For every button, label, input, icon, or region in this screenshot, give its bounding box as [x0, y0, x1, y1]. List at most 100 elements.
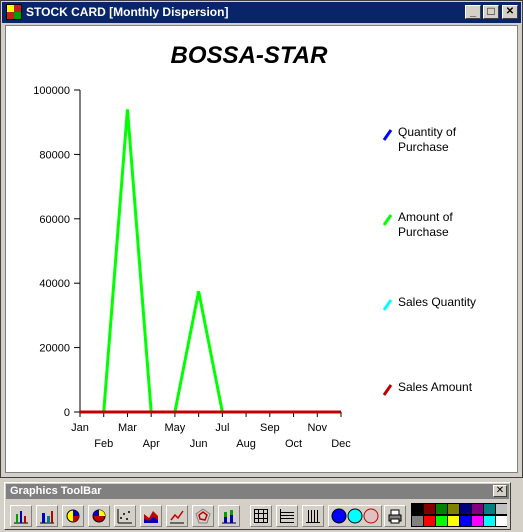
x-tick-label: Jul	[215, 422, 229, 434]
x-tick-label: Nov	[307, 422, 327, 434]
chart-title: BOSSA-STAR	[171, 42, 329, 69]
color-circles-button[interactable]	[328, 505, 382, 527]
bar-chart-3d-icon	[40, 511, 54, 524]
scatter-chart-icon	[117, 509, 132, 524]
palette-swatch[interactable]	[460, 504, 471, 514]
line-chart-icon	[170, 510, 184, 524]
print-button[interactable]	[384, 505, 406, 527]
data-point	[198, 290, 200, 292]
print-icon	[388, 509, 402, 524]
y-tick-label: 60000	[39, 214, 70, 226]
data-point	[150, 411, 152, 413]
area-chart-icon	[144, 511, 158, 523]
title-bar[interactable]: STOCK CARD [Monthly Dispersion] _ □ ✕	[2, 2, 521, 23]
stacked-bar-icon	[222, 510, 236, 524]
palette-swatch[interactable]	[472, 516, 483, 526]
data-point	[316, 411, 318, 413]
graphics-toolbar: Graphics ToolBar ✕	[4, 482, 511, 530]
chart-area: BOSSA-STAR 0 20000 40000 60000 80000 100000 J…	[5, 25, 518, 473]
palette-swatch[interactable]	[448, 504, 459, 514]
data-point	[198, 411, 200, 413]
data-point	[174, 411, 176, 413]
palette-swatch[interactable]	[424, 504, 435, 514]
palette-swatch[interactable]	[496, 516, 507, 526]
legend-label-2: Sales Quantity	[398, 295, 476, 309]
pie-chart-3d-icon	[92, 509, 106, 523]
data-point	[126, 411, 128, 413]
y-tick-label: 40000	[39, 278, 70, 290]
grid-button[interactable]	[250, 505, 272, 527]
maximize-button[interactable]: □	[483, 5, 499, 19]
grid-icon	[254, 509, 268, 523]
stock-card-window: STOCK CARD [Monthly Dispersion] _ □ ✕ BO…	[0, 0, 523, 478]
legend-swatch-1	[382, 214, 393, 226]
legend-label-1: Amount of Purchase	[398, 210, 453, 239]
radar-chart-icon	[195, 508, 211, 524]
palette-swatch[interactable]	[472, 504, 483, 514]
radar-chart-button[interactable]	[192, 505, 214, 527]
toolbar-title: Graphics ToolBar	[10, 485, 102, 497]
x-tick-label: Jan	[71, 422, 89, 434]
legend-swatch-3	[382, 384, 393, 396]
toolbar-title-bar[interactable]: Graphics ToolBar ✕	[6, 484, 509, 499]
data-point	[103, 411, 105, 413]
pie-chart-button[interactable]	[62, 505, 84, 527]
palette-swatch[interactable]	[460, 516, 471, 526]
app-icon[interactable]	[6, 4, 22, 20]
x-tick-label: Oct	[285, 438, 302, 450]
x-tick-label: Mar	[118, 422, 137, 434]
data-point	[269, 411, 271, 413]
palette-swatch[interactable]	[412, 504, 423, 514]
x-tick-label: Aug	[236, 438, 256, 450]
palette-swatch[interactable]	[436, 504, 447, 514]
close-button[interactable]: ✕	[502, 5, 518, 19]
x-tick-label: Apr	[143, 438, 160, 450]
bar-chart-3d-button[interactable]	[36, 505, 58, 527]
palette-swatch[interactable]	[436, 516, 447, 526]
palette-swatch[interactable]	[448, 516, 459, 526]
palette-swatch[interactable]	[412, 516, 423, 526]
legend-swatch-2	[382, 299, 393, 311]
series-line-1	[80, 109, 341, 414]
palette-swatch[interactable]	[484, 516, 495, 526]
line-chart: BOSSA-STAR 0 20000 40000 60000 80000 100000 J…	[33, 42, 476, 450]
x-tick-label: Jun	[190, 438, 208, 450]
data-point	[340, 411, 342, 413]
data-point	[79, 411, 81, 413]
data-point	[126, 108, 128, 110]
data-point	[293, 411, 295, 413]
y-tick-label: 100000	[33, 85, 70, 97]
area-chart-button[interactable]	[140, 505, 162, 527]
horizontal-lines-icon	[280, 509, 294, 523]
window-title: STOCK CARD [Monthly Dispersion]	[26, 5, 229, 19]
data-point	[245, 411, 247, 413]
legend-label-3: Sales Amount	[398, 380, 473, 394]
scatter-chart-button[interactable]	[114, 505, 136, 527]
legend-label-0: Quantity of Purchase	[398, 125, 457, 154]
bar-chart-icon	[14, 511, 28, 524]
horizontal-lines-button[interactable]	[276, 505, 298, 527]
line-chart-button[interactable]	[166, 505, 188, 527]
pie-chart-3d-button[interactable]	[88, 505, 110, 527]
color-circles-icon	[331, 508, 379, 524]
x-tick-label: Dec	[331, 438, 351, 450]
vertical-lines-icon	[306, 510, 320, 523]
y-tick-label: 80000	[39, 149, 70, 161]
vertical-lines-button[interactable]	[302, 505, 324, 527]
pie-chart-icon	[66, 509, 80, 523]
palette-swatch[interactable]	[424, 516, 435, 526]
color-palette	[411, 503, 507, 527]
stacked-bar-button[interactable]	[218, 505, 240, 527]
x-tick-label: Sep	[260, 422, 280, 434]
minimize-button[interactable]: _	[465, 5, 481, 19]
palette-swatch[interactable]	[496, 504, 507, 514]
x-tick-label: May	[165, 422, 186, 434]
toolbar-close-button[interactable]: ✕	[493, 485, 507, 497]
palette-swatch[interactable]	[484, 504, 495, 514]
x-tick-label: Feb	[94, 438, 113, 450]
data-point	[221, 411, 223, 413]
y-tick-label: 0	[64, 407, 70, 419]
bar-chart-button[interactable]	[10, 505, 32, 527]
y-tick-label: 20000	[39, 343, 70, 355]
legend-swatch-0	[382, 129, 393, 141]
